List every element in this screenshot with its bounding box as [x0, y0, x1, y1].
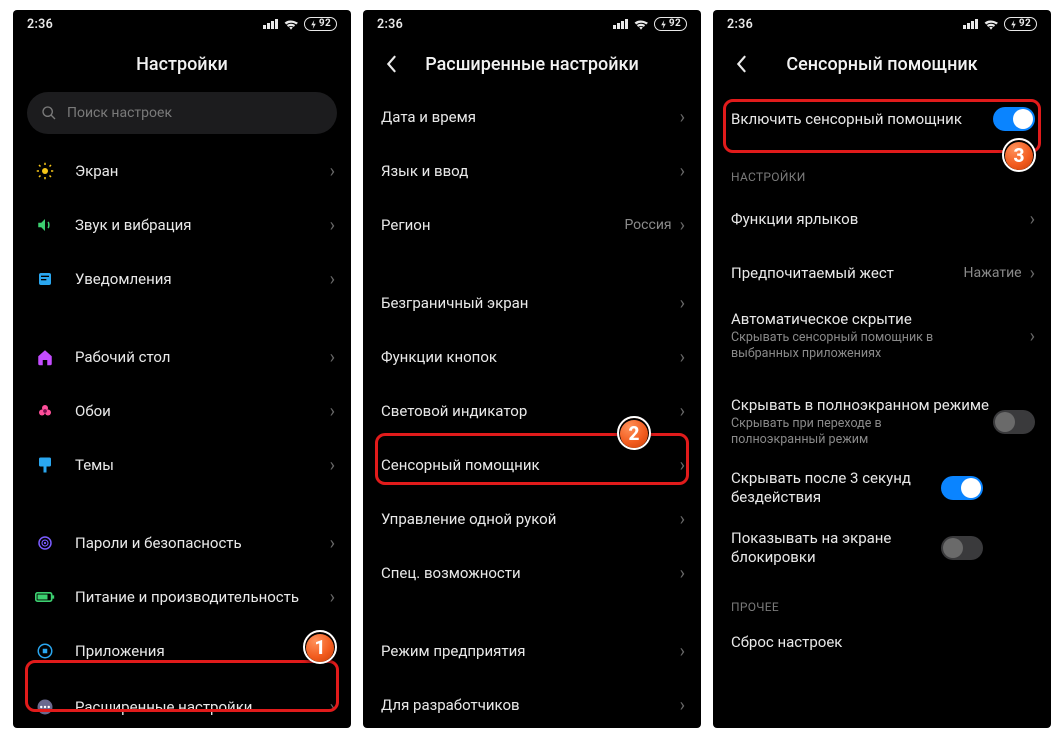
item-datetime[interactable]: Дата и время› [363, 90, 701, 144]
page-title: Сенсорный помощник [786, 54, 977, 75]
item-region[interactable]: Регион Россия › [363, 198, 701, 252]
item-home[interactable]: Рабочий стол › [13, 330, 351, 384]
item-fullscreen-display[interactable]: Безграничный экран› [363, 276, 701, 330]
battery-indicator: 92 [304, 17, 337, 31]
chevron-right-icon: › [330, 347, 335, 368]
chevron-right-icon: › [680, 455, 685, 476]
back-button[interactable] [729, 52, 753, 76]
signal-icon [963, 19, 978, 29]
chevron-right-icon: › [680, 695, 685, 716]
phone-advanced-settings: 2:36 92 Расширенные настройки Дата и вре… [363, 10, 701, 728]
step-badge-1: 1 [303, 630, 337, 664]
section-other: ПРОЧЕЕ [713, 578, 1051, 622]
item-button-shortcuts[interactable]: Функции кнопок› [363, 330, 701, 384]
chevron-right-icon: › [1030, 209, 1035, 230]
back-button[interactable] [379, 52, 403, 76]
chevron-right-icon: › [680, 509, 685, 530]
chevron-right-icon: › [330, 161, 335, 182]
notifications-icon [31, 271, 59, 287]
chevron-right-icon: › [680, 161, 685, 182]
apps-icon [31, 642, 59, 660]
wifi-icon [284, 19, 298, 30]
wifi-icon [634, 19, 648, 30]
item-battery[interactable]: Питание и производительность › [13, 570, 351, 624]
item-preferred-gesture[interactable]: Предпочитаемый жест Нажатие › [713, 246, 1051, 300]
chevron-right-icon: › [680, 401, 685, 422]
chevron-right-icon: › [330, 697, 335, 718]
phone-settings-root: 2:36 92 Настройки Поиск настроек Экран ›… [13, 10, 351, 728]
chevron-right-icon: › [680, 215, 685, 236]
item-quick-ball[interactable]: Сенсорный помощник› [363, 438, 701, 492]
header: Настройки [13, 38, 351, 90]
item-developer[interactable]: Для разработчиков› [363, 678, 701, 728]
item-wallpaper[interactable]: Обои › [13, 384, 351, 438]
search-placeholder: Поиск настроек [67, 105, 172, 121]
signal-icon [613, 19, 628, 29]
enable-quick-ball-row[interactable]: Включить сенсорный помощник [713, 90, 1051, 148]
item-display[interactable]: Экран › [13, 144, 351, 198]
item-language[interactable]: Язык и ввод› [363, 144, 701, 198]
item-reset[interactable]: Сброс настроек [713, 622, 1051, 662]
chevron-right-icon: › [680, 107, 685, 128]
item-show-lockscreen[interactable]: Показывать на экране блокировки [713, 518, 1051, 578]
chevron-right-icon: › [330, 269, 335, 290]
chevron-right-icon: › [330, 533, 335, 554]
page-title: Настройки [136, 54, 228, 75]
statusbar: 2:36 92 [363, 10, 701, 38]
statusbar: 2:36 92 [13, 10, 351, 38]
chevron-right-icon: › [330, 587, 335, 608]
chevron-right-icon: › [330, 401, 335, 422]
clock: 2:36 [27, 17, 53, 32]
header: Сенсорный помощник [713, 38, 1051, 90]
chevron-right-icon: › [1030, 263, 1035, 284]
search-input[interactable]: Поиск настроек [27, 92, 337, 134]
brush-icon [31, 456, 59, 474]
item-notifications[interactable]: Уведомления › [13, 252, 351, 306]
page-title: Расширенные настройки [425, 54, 639, 75]
wifi-icon [984, 19, 998, 30]
item-auto-hide[interactable]: Автоматическое скрытие Скрывать сенсорны… [713, 300, 1051, 372]
chevron-right-icon: › [330, 455, 335, 476]
item-one-handed[interactable]: Управление одной рукой› [363, 492, 701, 546]
search-icon [41, 105, 57, 121]
item-apps[interactable]: Приложения › [13, 624, 351, 678]
lockscreen-toggle[interactable] [941, 536, 983, 560]
battery-indicator: 92 [654, 17, 687, 31]
section-settings: НАСТРОЙКИ [713, 148, 1051, 192]
home-icon [31, 348, 59, 366]
fullscreen-toggle[interactable] [993, 410, 1035, 434]
chevron-right-icon: › [680, 293, 685, 314]
chevron-right-icon: › [1030, 326, 1035, 347]
battery-indicator: 92 [1004, 17, 1037, 31]
item-advanced-settings[interactable]: Расширенные настройки › [13, 680, 351, 728]
signal-icon [263, 19, 278, 29]
item-shortcut-functions[interactable]: Функции ярлыков› [713, 192, 1051, 246]
more-icon [31, 698, 59, 716]
phone-quick-ball: 2:36 92 Сенсорный помощник Включить сенс… [713, 10, 1051, 728]
flower-icon [31, 402, 59, 420]
clock: 2:36 [377, 17, 403, 32]
item-security[interactable]: Пароли и безопасность › [13, 516, 351, 570]
chevron-right-icon: › [330, 215, 335, 236]
item-hide-fullscreen[interactable]: Скрывать в полноэкранном режиме Скрывать… [713, 386, 1051, 458]
item-hide-after-idle[interactable]: Скрывать после 3 секунд бездействия [713, 458, 1051, 518]
volume-icon [31, 216, 59, 234]
item-sound[interactable]: Звук и вибрация › [13, 198, 351, 252]
idle-toggle[interactable] [941, 476, 983, 500]
item-accessibility[interactable]: Спец. возможности› [363, 546, 701, 600]
item-enterprise[interactable]: Режим предприятия› [363, 624, 701, 678]
step-badge-3: 3 [1002, 138, 1036, 172]
battery-icon [31, 590, 59, 604]
step-badge-2: 2 [617, 416, 651, 450]
chevron-right-icon: › [680, 347, 685, 368]
shield-icon [31, 534, 59, 552]
sun-icon [31, 162, 59, 180]
header: Расширенные настройки [363, 38, 701, 90]
chevron-right-icon: › [680, 641, 685, 662]
enable-toggle[interactable] [993, 107, 1035, 131]
clock: 2:36 [727, 17, 753, 32]
statusbar: 2:36 92 [713, 10, 1051, 38]
item-themes[interactable]: Темы › [13, 438, 351, 492]
chevron-right-icon: › [680, 563, 685, 584]
